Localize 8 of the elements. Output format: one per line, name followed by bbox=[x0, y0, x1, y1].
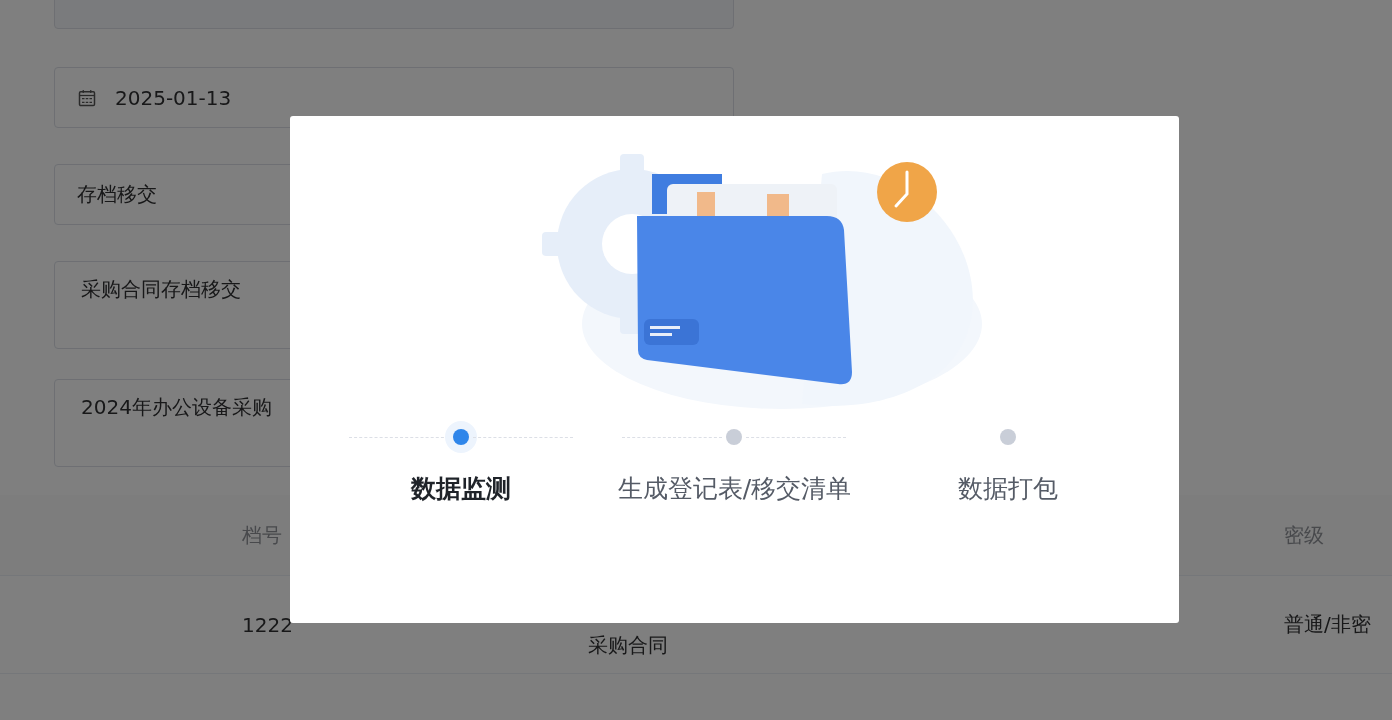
step-label: 生成登记表/移交清单 bbox=[617, 473, 852, 505]
step-label: 数据打包 bbox=[957, 473, 1058, 505]
table-cell: 普通/非密 bbox=[1284, 611, 1371, 638]
step-label: 数据监测 bbox=[411, 473, 512, 505]
table-cell: 采购合同 bbox=[588, 632, 668, 659]
date-value: 2025-01-13 bbox=[115, 85, 232, 110]
table-cell: 1222 bbox=[242, 612, 293, 637]
calendar-icon bbox=[77, 87, 97, 108]
